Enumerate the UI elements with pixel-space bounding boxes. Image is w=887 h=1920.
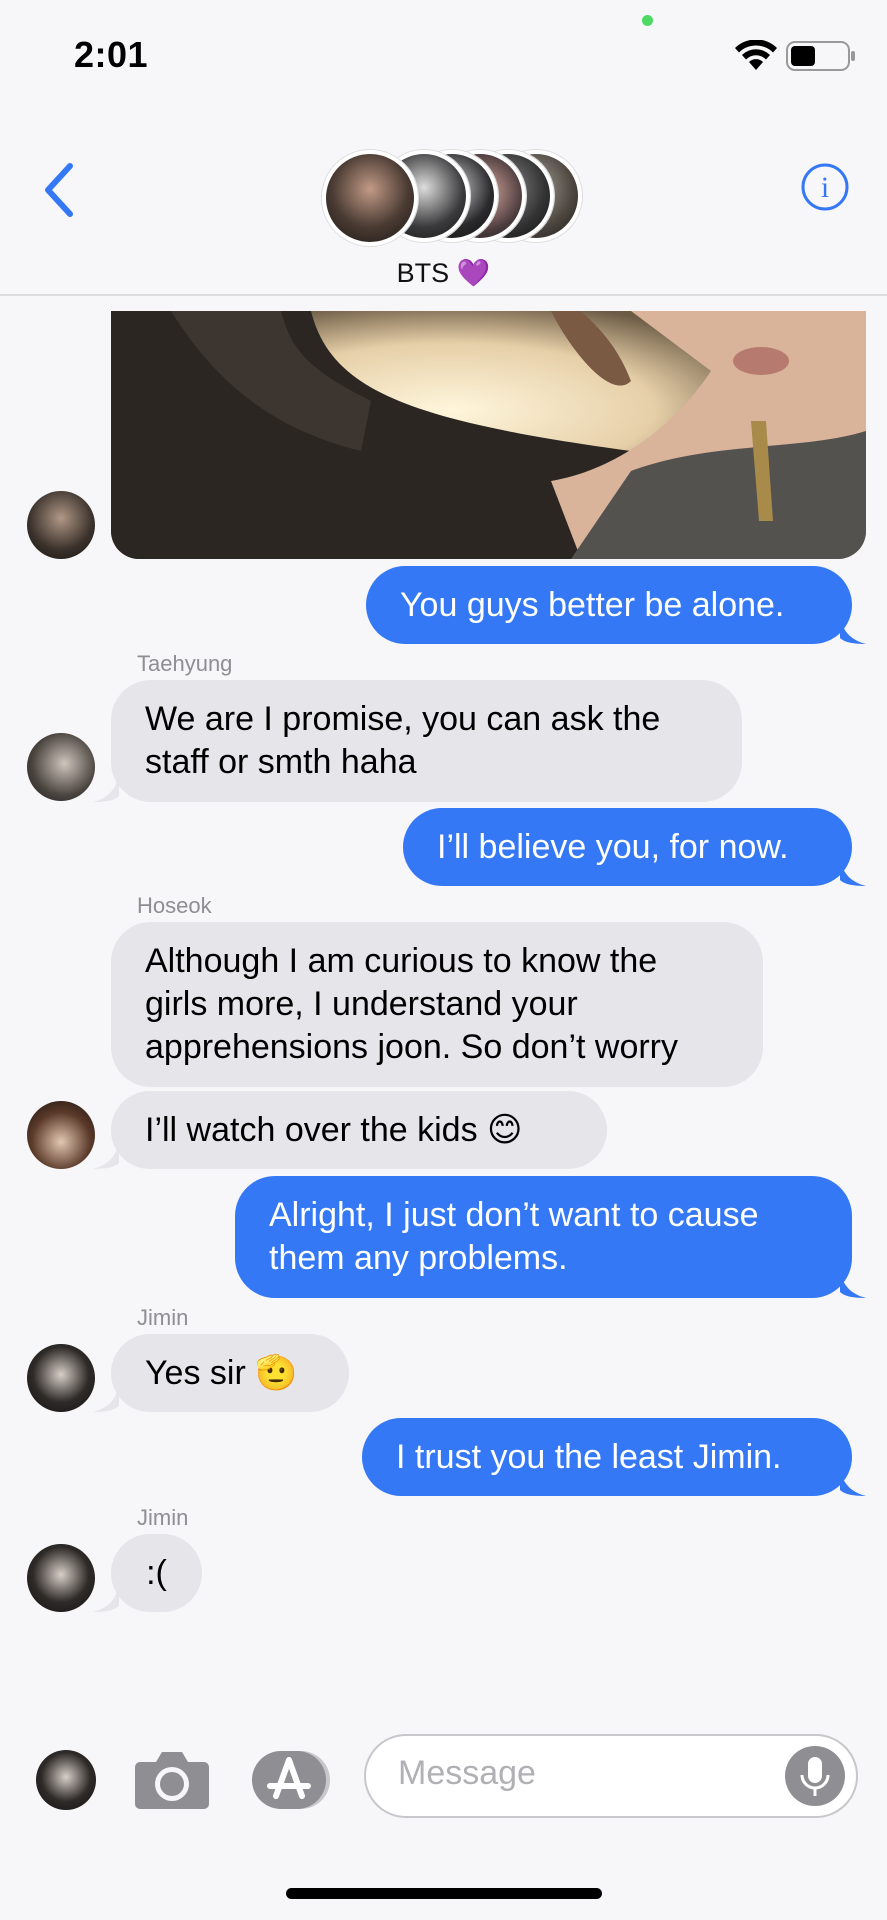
message-text: We are I promise, you can ask the staff … <box>145 700 661 781</box>
message-list[interactable]: You guys better be alone. Taehyung We ar… <box>0 296 887 1706</box>
bubble-tail <box>93 1141 119 1169</box>
svg-text:i: i <box>821 171 829 204</box>
message-text: You guys better be alone. <box>400 585 785 624</box>
info-icon[interactable]: i <box>800 162 850 212</box>
chevron-left-icon[interactable] <box>40 160 80 220</box>
incoming-message[interactable]: Although I am curious to know the girls … <box>111 922 763 1087</box>
bubble-tail <box>840 1468 866 1496</box>
outgoing-message[interactable]: I trust you the least Jimin. <box>362 1418 852 1496</box>
outgoing-message[interactable]: Alright, I just don’t want to cause them… <box>235 1176 852 1298</box>
app-store-icon[interactable] <box>252 1750 332 1810</box>
photo-message[interactable] <box>111 311 866 559</box>
group-name[interactable]: BTS 💜 <box>0 257 887 289</box>
bubble-tail <box>93 1384 119 1412</box>
incoming-message[interactable]: :( <box>111 1534 202 1612</box>
message-text: Although I am curious to know the girls … <box>145 942 678 1066</box>
outgoing-message[interactable]: You guys better be alone. <box>366 566 852 644</box>
sender-avatar[interactable] <box>27 1344 95 1412</box>
incoming-message[interactable]: We are I promise, you can ask the staff … <box>111 680 742 802</box>
sender-name: Jimin <box>137 1505 189 1530</box>
bubble-tail <box>840 858 866 886</box>
message-text: I’ll watch over the kids 😊 <box>145 1110 523 1149</box>
message-text: I trust you the least Jimin. <box>396 1437 782 1476</box>
camera-in-use-indicator <box>642 15 653 26</box>
message-text: Alright, I just don’t want to cause them… <box>269 1196 759 1277</box>
message-text: :( <box>146 1553 167 1592</box>
status-time: 2:01 <box>74 34 149 75</box>
camera-icon[interactable] <box>134 1748 210 1810</box>
conversation-header: BTS 💜 i <box>0 110 887 296</box>
bubble-tail <box>840 1270 866 1298</box>
group-avatars[interactable] <box>322 150 592 250</box>
sender-name: Taehyung <box>137 651 233 676</box>
sender-avatar[interactable] <box>27 491 95 559</box>
message-input-placeholder: Message <box>398 1754 536 1792</box>
sender-name: Hoseok <box>137 893 212 918</box>
bubble-tail <box>93 1584 119 1612</box>
sender-avatar[interactable] <box>27 1544 95 1612</box>
message-input[interactable]: Message <box>364 1734 858 1818</box>
battery-icon <box>786 41 855 71</box>
incoming-message[interactable]: Yes sir 🫡 <box>111 1334 349 1412</box>
message-text: I’ll believe you, for now. <box>437 827 789 866</box>
incoming-message[interactable]: I’ll watch over the kids 😊 <box>111 1091 607 1169</box>
wifi-icon <box>735 40 777 70</box>
bubble-tail <box>93 774 119 802</box>
microphone-icon[interactable] <box>784 1745 846 1807</box>
status-bar: 2:01 <box>0 0 887 110</box>
sender-avatar[interactable] <box>27 733 95 801</box>
outgoing-message[interactable]: I’ll believe you, for now. <box>403 808 852 886</box>
memoji-avatar-button[interactable] <box>36 1750 96 1810</box>
sender-name: Jimin <box>137 1305 189 1330</box>
bubble-tail <box>840 616 866 644</box>
home-indicator[interactable] <box>286 1888 602 1899</box>
message-text: Yes sir 🫡 <box>145 1353 298 1392</box>
avatar <box>322 150 418 246</box>
sender-avatar[interactable] <box>27 1101 95 1169</box>
